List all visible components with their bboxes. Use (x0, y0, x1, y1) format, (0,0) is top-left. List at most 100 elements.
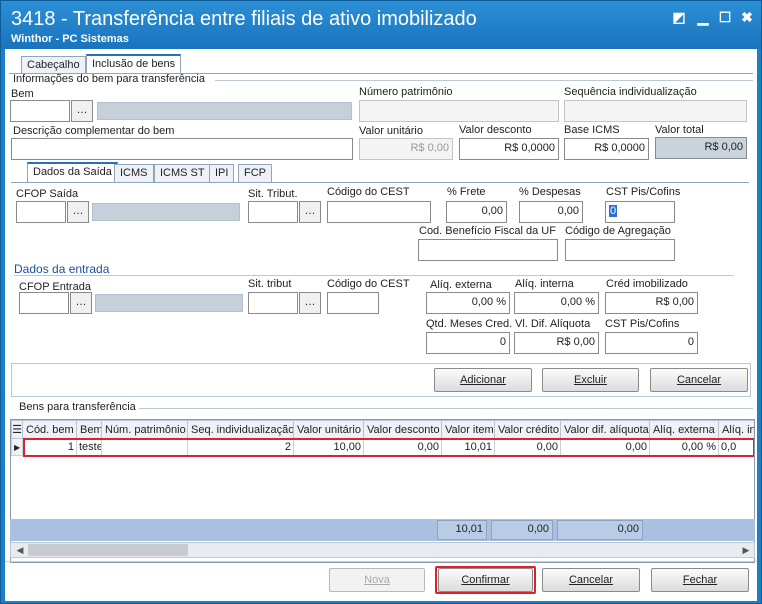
scrollbar-thumb[interactable] (28, 544, 188, 556)
confirmar-button[interactable]: Confirmar (438, 568, 533, 592)
grid-header-cell[interactable]: Alíq. int (718, 420, 754, 439)
excluir-button[interactable]: Excluir (542, 368, 639, 392)
close-button[interactable]: ✖ (737, 7, 757, 27)
scroll-left-icon[interactable]: ◀ (14, 543, 26, 557)
window-client: Cabeçalho Inclusão de bens Informações d… (5, 49, 757, 601)
valor-total-input: R$ 0,00 (655, 137, 747, 159)
bem-input[interactable] (10, 100, 70, 122)
cest-saida-input[interactable] (327, 201, 431, 223)
valor-unitario-input[interactable]: R$ 0,00 (359, 138, 453, 160)
cst-saida-label: CST Pis/Cofins (606, 186, 681, 198)
grid-header-cell[interactable]: Núm. patrimônio (101, 420, 188, 439)
frete-input[interactable]: 0,00 (446, 201, 507, 223)
cancelar-button[interactable]: Cancelar (542, 568, 640, 592)
cst-saida-selected-text: 0 (609, 205, 618, 217)
sit-trib-saida-lookup-button[interactable]: … (299, 201, 321, 223)
total-valor-item: 10,01 (437, 520, 487, 540)
bem-info-divider (215, 80, 753, 81)
maximize-button[interactable]: ☐ (715, 7, 735, 27)
bem-description-readonly (97, 102, 352, 120)
grid-header-cell[interactable]: Valor crédito (494, 420, 561, 439)
row-highlight-box (23, 438, 754, 457)
tab-ipi[interactable]: IPI (209, 164, 235, 182)
grid-header-cell[interactable]: Valor dif. alíquota (560, 420, 650, 439)
sit-trib-saida-label: Sit. Tribut. (248, 188, 298, 200)
agregacao-label: Código de Agregação (565, 225, 671, 237)
tab-icms-st[interactable]: ICMS ST (154, 164, 211, 182)
qtd-meses-label: Qtd. Meses Cred. (426, 318, 513, 330)
window-subtitle: Winthor - PC Sistemas (11, 33, 129, 45)
cst-entrada-input[interactable]: 0 (605, 332, 698, 354)
grid-totals-row (10, 519, 755, 541)
restore-icon[interactable]: ◩ (669, 7, 689, 27)
valor-total-label: Valor total (655, 124, 704, 136)
descricao-label: Descrição complementar do bem (13, 125, 175, 137)
cfop-entrada-lookup-button[interactable]: … (70, 292, 92, 314)
cfop-saida-description (92, 203, 240, 221)
scroll-right-icon[interactable]: ▶ (740, 543, 752, 557)
footer-divider (5, 561, 757, 562)
cest-saida-label: Código do CEST (327, 186, 410, 198)
cest-entrada-label: Código do CEST (327, 278, 410, 290)
grid-legend: Bens para transferência (19, 401, 136, 413)
grid-header-cell[interactable]: Cód. bem (22, 420, 77, 439)
grid-header-cell[interactable]: Valor unitário (293, 420, 364, 439)
vl-dif-label: Vl. Dif. Alíquota (515, 318, 591, 330)
sit-trib-entrada-label: Sit. tribut (248, 278, 292, 290)
adicionar-button[interactable]: Adicionar (434, 368, 532, 392)
grid-header-cell[interactable]: Alíq. externa (649, 420, 719, 439)
fechar-button[interactable]: Fechar (651, 568, 749, 592)
vl-dif-input[interactable]: R$ 0,00 (514, 332, 599, 354)
window-title: 3418 - Transferência entre filiais de at… (11, 8, 477, 30)
tab-dados-saida[interactable]: Dados da Saída (27, 162, 118, 182)
valor-desconto-input[interactable]: R$ 0,0000 (459, 138, 559, 160)
frete-label: % Frete (447, 186, 486, 198)
cst-entrada-label: CST Pis/Cofins (605, 318, 680, 330)
grid-header-row: ☰ Cód. bem Bem Núm. patrimônio Seq. indi… (11, 420, 754, 439)
sit-trib-entrada-input[interactable] (248, 292, 298, 314)
sequencia-input[interactable] (564, 100, 747, 122)
valor-desconto-label: Valor desconto (459, 124, 532, 136)
app-window: 3418 - Transferência entre filiais de at… (0, 0, 762, 604)
cred-imob-label: Créd imobilizado (606, 278, 688, 290)
beneficio-label: Cod. Benefício Fiscal da UF (419, 225, 556, 237)
cst-saida-input[interactable]: 0 (605, 201, 675, 223)
cancelar-item-button[interactable]: Cancelar (650, 368, 748, 392)
cest-entrada-input[interactable] (327, 292, 379, 314)
numero-patrimonio-label: Número patrimônio (359, 86, 453, 98)
beneficio-input[interactable] (418, 239, 558, 261)
aliq-externa-input[interactable]: 0,00 % (426, 292, 510, 314)
cfop-saida-label: CFOP Saída (16, 188, 79, 200)
aliq-interna-input[interactable]: 0,00 % (514, 292, 599, 314)
cfop-saida-input[interactable] (16, 201, 66, 223)
bem-lookup-button[interactable]: … (71, 100, 93, 122)
sit-trib-saida-input[interactable] (248, 201, 298, 223)
grid-header-cell[interactable]: Valor desconto (363, 420, 442, 439)
descricao-input[interactable] (11, 138, 353, 160)
sit-trib-entrada-lookup-button[interactable]: … (299, 292, 321, 314)
grid-header-cell[interactable]: Seq. individualização (187, 420, 294, 439)
grid-header-cell[interactable]: Bem (76, 420, 102, 439)
cfop-entrada-input[interactable] (19, 292, 69, 314)
despesas-input[interactable]: 0,00 (519, 201, 583, 223)
minimize-button[interactable]: ▁ (693, 7, 713, 27)
nova-button[interactable]: Nova (329, 568, 425, 592)
tab-cabecalho[interactable]: Cabeçalho (21, 56, 86, 74)
tab-inclusao-bens[interactable]: Inclusão de bens (86, 54, 182, 74)
cred-imob-input[interactable]: R$ 0,00 (605, 292, 698, 314)
tab-icms[interactable]: ICMS (114, 164, 154, 182)
bem-info-legend: Informações do bem para transferência (13, 73, 205, 85)
cfop-saida-lookup-button[interactable]: … (67, 201, 89, 223)
grid-menu-icon[interactable]: ☰ (11, 420, 23, 439)
numero-patrimonio-input[interactable] (359, 100, 559, 122)
qtd-meses-input[interactable]: 0 (426, 332, 510, 354)
tab-fcp[interactable]: FCP (238, 164, 272, 182)
dados-entrada-title: Dados da entrada (14, 262, 110, 276)
title-bar[interactable]: 3418 - Transferência entre filiais de at… (1, 1, 761, 49)
grid-header-cell[interactable]: Valor item (441, 420, 495, 439)
sequencia-label: Sequência individualização (564, 86, 697, 98)
agregacao-input[interactable] (565, 239, 675, 261)
base-icms-input[interactable]: R$ 0,0000 (564, 138, 649, 160)
aliq-externa-label: Alíq. externa (430, 279, 492, 291)
total-valor-credito: 0,00 (491, 520, 553, 540)
